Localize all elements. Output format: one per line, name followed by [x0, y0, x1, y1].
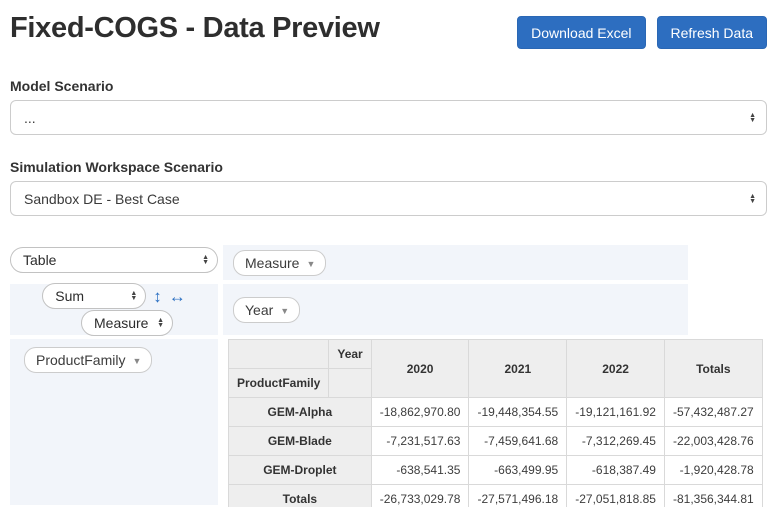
- data-cell: -7,231,517.63: [371, 427, 469, 456]
- select-stepper-icon: ▲▼: [157, 318, 164, 328]
- row-total-cell: -22,003,428.76: [664, 427, 762, 456]
- model-scenario-label: Model Scenario: [10, 78, 767, 94]
- model-scenario-field: Model Scenario ... ▲▼: [10, 78, 767, 135]
- row-header: GEM-Droplet: [229, 456, 372, 485]
- select-stepper-icon: ▲▼: [202, 255, 209, 265]
- total-cell: -27,051,818.85: [567, 485, 665, 507]
- renderer-value: Table: [23, 252, 56, 268]
- total-cell: -27,571,496.18: [469, 485, 567, 507]
- header-actions: Download Excel Refresh Data: [517, 16, 767, 49]
- download-excel-button[interactable]: Download Excel: [517, 16, 645, 49]
- dropdown-triangle-icon[interactable]: ▼: [306, 259, 315, 269]
- workspace-scenario-value: Sandbox DE - Best Case: [24, 191, 180, 207]
- aggregator-area: Sum ▲▼ ↕ ↔ Measure ▲▼: [10, 284, 218, 335]
- attribute-label: Year: [245, 302, 273, 318]
- model-scenario-value: ...: [24, 110, 36, 126]
- table-row: GEM-Alpha -18,862,970.80 -19,448,354.55 …: [229, 398, 763, 427]
- table-header-row: Year 2020 2021 2022 Totals: [229, 340, 763, 369]
- renderer-select[interactable]: Table ▲▼: [10, 247, 218, 273]
- data-cell: -18,862,970.80: [371, 398, 469, 427]
- attribute-pill-year[interactable]: Year ▼: [233, 297, 300, 323]
- pivot-table-ui: Table ▲▼ Measure ▼ Sum ▲▼ ↕ ↔ Measure: [10, 245, 767, 505]
- column-header-2020: 2020: [371, 340, 469, 398]
- dropdown-triangle-icon[interactable]: ▼: [132, 356, 141, 366]
- page-title: Fixed-COGS - Data Preview: [10, 12, 380, 45]
- select-stepper-icon: ▲▼: [749, 194, 756, 204]
- attribute-label: Measure: [245, 255, 299, 271]
- refresh-data-button[interactable]: Refresh Data: [657, 16, 767, 49]
- blank-cell: [329, 369, 371, 398]
- data-cell: -7,459,641.68: [469, 427, 567, 456]
- data-cell: -638,541.35: [371, 456, 469, 485]
- table-row: GEM-Blade -7,231,517.63 -7,459,641.68 -7…: [229, 427, 763, 456]
- select-stepper-icon: ▲▼: [749, 113, 756, 123]
- page-header: Fixed-COGS - Data Preview Download Excel…: [10, 12, 767, 49]
- aggregator-value: Sum: [55, 288, 84, 304]
- workspace-scenario-select[interactable]: Sandbox DE - Best Case ▲▼: [10, 181, 767, 216]
- total-cell: -26,733,029.78: [371, 485, 469, 507]
- column-attributes-area[interactable]: Year ▼: [223, 284, 688, 335]
- move-horizontal-icon[interactable]: ↔: [169, 288, 186, 305]
- col-axis-label: Year: [329, 340, 371, 369]
- column-header-totals: Totals: [664, 340, 762, 398]
- grand-total-cell: -81,356,344.81: [664, 485, 762, 507]
- select-stepper-icon: ▲▼: [130, 291, 137, 301]
- attribute-label: ProductFamily: [36, 352, 125, 368]
- unused-attributes-area[interactable]: Measure ▼: [223, 245, 688, 280]
- data-cell: -19,448,354.55: [469, 398, 567, 427]
- aggregator-arg-select[interactable]: Measure ▲▼: [81, 310, 173, 336]
- column-header-2022: 2022: [567, 340, 665, 398]
- totals-row: Totals -26,733,029.78 -27,571,496.18 -27…: [229, 485, 763, 507]
- attribute-pill-productfamily[interactable]: ProductFamily ▼: [24, 347, 152, 373]
- aggregator-select[interactable]: Sum ▲▼: [42, 283, 146, 309]
- row-axis-label: ProductFamily: [229, 369, 329, 398]
- data-cell: -7,312,269.45: [567, 427, 665, 456]
- data-cell: -19,121,161.92: [567, 398, 665, 427]
- aggregator-arg-value: Measure: [94, 315, 148, 331]
- workspace-scenario-field: Simulation Workspace Scenario Sandbox DE…: [10, 159, 767, 216]
- pivot-result-table: Year 2020 2021 2022 Totals ProductFamily…: [228, 339, 763, 507]
- move-vertical-icon[interactable]: ↕: [153, 288, 162, 305]
- model-scenario-select[interactable]: ... ▲▼: [10, 100, 767, 135]
- dropdown-triangle-icon[interactable]: ▼: [280, 306, 289, 316]
- pivot-output-area: Year 2020 2021 2022 Totals ProductFamily…: [223, 339, 688, 505]
- column-header-2021: 2021: [469, 340, 567, 398]
- totals-row-header: Totals: [229, 485, 372, 507]
- workspace-scenario-label: Simulation Workspace Scenario: [10, 159, 767, 175]
- row-total-cell: -57,432,487.27: [664, 398, 762, 427]
- row-header: GEM-Blade: [229, 427, 372, 456]
- corner-cell: [229, 340, 329, 369]
- table-row: GEM-Droplet -638,541.35 -663,499.95 -618…: [229, 456, 763, 485]
- attribute-pill-measure[interactable]: Measure ▼: [233, 250, 326, 276]
- data-cell: -618,387.49: [567, 456, 665, 485]
- row-attributes-area[interactable]: ProductFamily ▼: [10, 339, 218, 505]
- data-cell: -663,499.95: [469, 456, 567, 485]
- row-total-cell: -1,920,428.78: [664, 456, 762, 485]
- row-header: GEM-Alpha: [229, 398, 372, 427]
- renderer-cell: Table ▲▼: [10, 245, 218, 280]
